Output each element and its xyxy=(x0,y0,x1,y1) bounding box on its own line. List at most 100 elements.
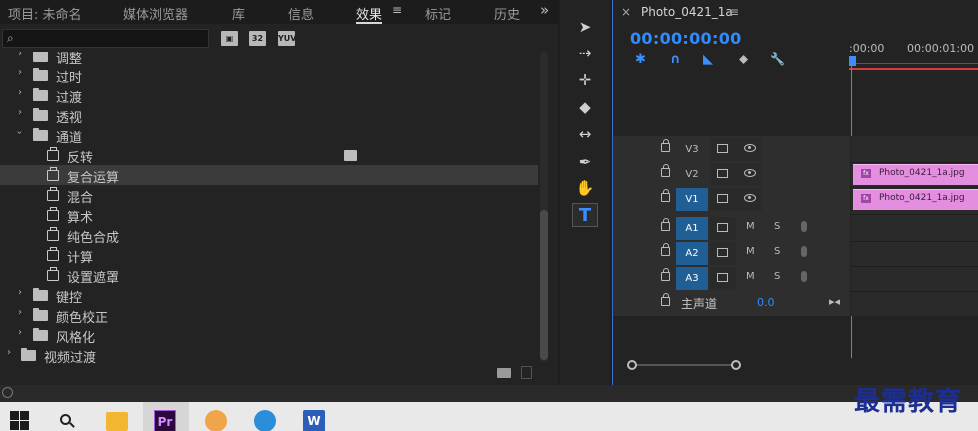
lock-icon[interactable] xyxy=(661,293,670,306)
mute-button[interactable]: M xyxy=(746,246,755,257)
solo-button[interactable]: S xyxy=(774,271,780,282)
chevron-right-icon[interactable]: › xyxy=(18,307,22,318)
windows-start-icon[interactable] xyxy=(10,411,32,431)
lock-icon[interactable] xyxy=(661,218,670,231)
zoom-handle-right[interactable] xyxy=(731,360,741,370)
file-explorer-icon[interactable] xyxy=(106,412,128,431)
tree-folder-item[interactable]: › 过渡 xyxy=(0,85,538,106)
microphone-icon[interactable] xyxy=(801,271,807,282)
tree-effect-item-selected[interactable]: 复合运算 xyxy=(0,165,538,186)
tree-effect-item[interactable]: 纯色合成 xyxy=(0,225,538,246)
linked-selection-icon[interactable]: ∩ xyxy=(670,52,681,67)
tab-history[interactable]: 历史 xyxy=(494,4,520,23)
tab-project[interactable]: 项目: 未命名 xyxy=(8,4,82,23)
lock-icon[interactable] xyxy=(661,243,670,256)
lock-icon[interactable] xyxy=(661,268,670,281)
tab-overflow-icon[interactable]: » xyxy=(540,1,549,19)
tree-effect-item[interactable]: 混合 xyxy=(0,185,538,206)
sequence-menu-icon[interactable]: ≡ xyxy=(729,5,739,19)
track-target-v2[interactable]: V2 xyxy=(676,163,708,186)
master-volume-value[interactable]: 0.0 xyxy=(757,296,775,309)
lock-icon[interactable] xyxy=(661,189,670,202)
go-to-in-out-icon[interactable]: ▸◂ xyxy=(829,295,840,308)
scrollbar-thumb[interactable] xyxy=(540,210,548,360)
microphone-icon[interactable] xyxy=(801,246,807,257)
tab-libraries[interactable]: 库 xyxy=(232,4,245,23)
effects-scrollbar[interactable] xyxy=(538,52,550,364)
tab-media-browser[interactable]: 媒体浏览器 xyxy=(123,4,188,23)
slip-tool-icon[interactable]: ↔ xyxy=(572,122,598,146)
chevron-right-icon[interactable]: › xyxy=(18,87,22,98)
lock-icon[interactable] xyxy=(661,164,670,177)
type-tool-icon[interactable]: T xyxy=(572,203,598,227)
edge-icon[interactable] xyxy=(254,410,276,431)
video-clip-v2[interactable]: fx Photo_0421_1a.jpg xyxy=(853,164,978,185)
tree-effect-item[interactable]: 设置遮罩 xyxy=(0,265,538,286)
snap-icon[interactable]: ✱ xyxy=(635,52,646,67)
marker-icon[interactable]: ⬥ xyxy=(739,52,748,67)
sync-lock-icon[interactable] xyxy=(717,194,728,203)
chevron-down-icon[interactable]: › xyxy=(14,131,25,135)
32bit-filter-button[interactable]: 32 xyxy=(249,31,266,46)
sequence-tab[interactable]: Photo_0421_1a xyxy=(641,5,733,19)
tree-folder-item[interactable]: › 键控 xyxy=(0,285,538,306)
track-select-tool-icon[interactable]: ⇢ xyxy=(572,41,598,65)
wrench-icon[interactable]: 🔧 xyxy=(770,52,785,66)
tree-folder-item[interactable]: › 透视 xyxy=(0,105,538,126)
pen-tool-icon[interactable]: ✒ xyxy=(572,150,598,174)
playhead-handle[interactable] xyxy=(849,56,856,66)
panel-menu-icon[interactable]: ≡ xyxy=(392,3,402,17)
solo-button[interactable]: S xyxy=(774,246,780,257)
ripple-edit-tool-icon[interactable]: ✛ xyxy=(572,68,598,92)
razor-tool-icon[interactable]: ◆ xyxy=(572,95,598,119)
search-icon[interactable] xyxy=(58,412,80,431)
eye-icon[interactable] xyxy=(744,144,756,152)
zoom-handle-left[interactable] xyxy=(627,360,637,370)
mute-button[interactable]: M xyxy=(746,221,755,232)
track-target-a1[interactable]: A1 xyxy=(676,217,708,240)
premiere-pro-icon[interactable]: Pr xyxy=(154,410,176,431)
chevron-right-icon[interactable]: › xyxy=(18,287,22,298)
zoom-bar[interactable] xyxy=(631,364,737,366)
add-marker-icon[interactable]: ◣ xyxy=(703,52,713,67)
tree-folder-item[interactable]: › 调整 xyxy=(0,52,538,67)
playhead-timecode[interactable]: 00:00:00:00 xyxy=(630,29,742,48)
yuv-filter-button[interactable]: YUV xyxy=(278,31,296,46)
tree-effect-item[interactable]: 计算 xyxy=(0,245,538,266)
chevron-right-icon[interactable]: › xyxy=(18,107,22,118)
time-ruler[interactable] xyxy=(849,58,978,64)
mute-button[interactable]: M xyxy=(746,271,755,282)
close-icon[interactable]: × xyxy=(621,5,631,19)
lock-icon[interactable] xyxy=(661,139,670,152)
chevron-right-icon[interactable]: › xyxy=(7,347,11,358)
tab-effects[interactable]: 效果 xyxy=(356,4,382,23)
sync-lock-icon[interactable] xyxy=(717,248,728,257)
track-target-v1[interactable]: V1 xyxy=(676,188,708,211)
tree-folder-item[interactable]: › 风格化 xyxy=(0,325,538,346)
tree-effect-item[interactable]: 反转 xyxy=(0,145,538,166)
app-icon[interactable] xyxy=(205,410,227,431)
solo-button[interactable]: S xyxy=(774,221,780,232)
tree-folder-item-expanded[interactable]: › 通道 xyxy=(0,125,538,146)
search-input[interactable]: ⌕ xyxy=(2,29,209,48)
track-target-a3[interactable]: A3 xyxy=(676,267,708,290)
sync-lock-icon[interactable] xyxy=(717,273,728,282)
timeline-zoom-scrollbar[interactable] xyxy=(627,359,978,371)
eye-icon[interactable] xyxy=(744,194,756,202)
video-clip-v1[interactable]: fx Photo_0421_1a.jpg xyxy=(853,189,978,210)
tree-folder-item[interactable]: › 过时 xyxy=(0,65,538,86)
tree-folder-item[interactable]: › 视频过渡 xyxy=(0,345,538,364)
microphone-icon[interactable] xyxy=(801,221,807,232)
tab-info[interactable]: 信息 xyxy=(288,4,314,23)
track-target-v3[interactable]: V3 xyxy=(676,138,708,161)
sync-lock-icon[interactable] xyxy=(717,144,728,153)
tree-folder-item[interactable]: › 颜色校正 xyxy=(0,305,538,326)
trash-icon[interactable] xyxy=(521,366,532,379)
accelerated-effects-filter-icon[interactable]: ▣ xyxy=(221,31,238,46)
sync-lock-icon[interactable] xyxy=(717,223,728,232)
selection-tool-icon[interactable]: ➤ xyxy=(572,15,598,39)
track-area[interactable]: fx Photo_0421_1a.jpg fx Photo_0421_1a.jp… xyxy=(851,136,978,316)
word-icon[interactable]: W xyxy=(303,410,325,431)
tree-effect-item[interactable]: 算术 xyxy=(0,205,538,226)
sync-lock-icon[interactable] xyxy=(717,169,728,178)
